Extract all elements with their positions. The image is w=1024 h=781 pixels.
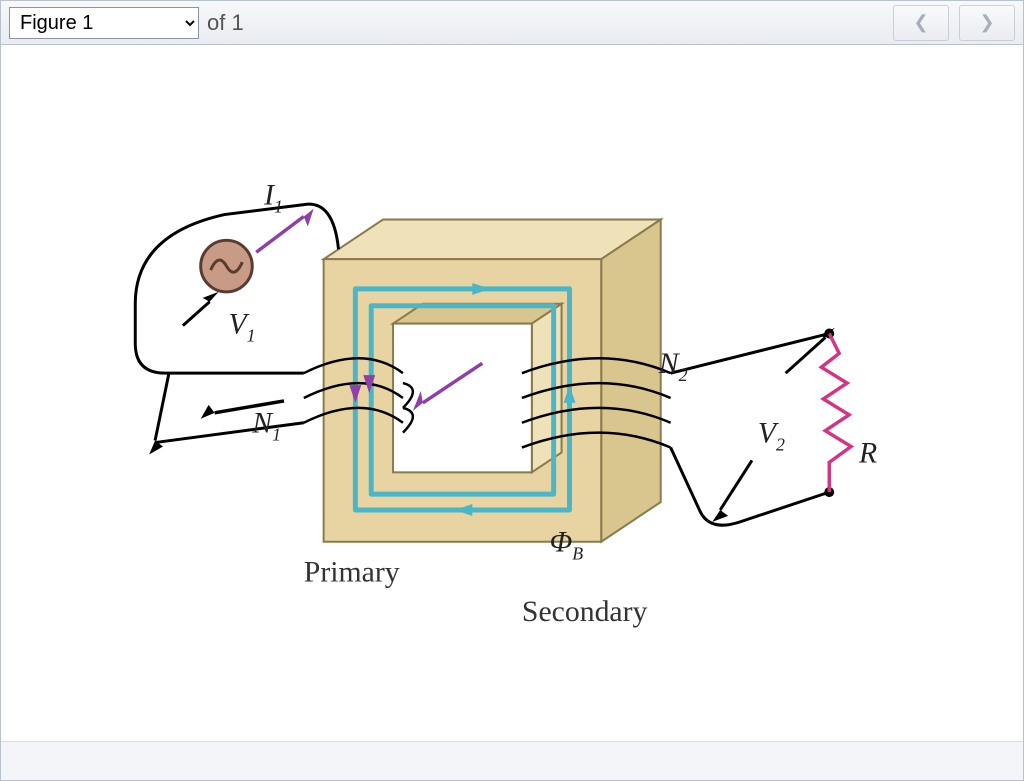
label-N2: N2 <box>658 347 688 385</box>
label-primary: Primary <box>304 555 400 588</box>
current-I1-arrow <box>256 217 304 253</box>
V1-arrowhead-up <box>203 292 219 302</box>
N1-pointer <box>215 401 284 413</box>
V1-arrow-up <box>183 302 210 326</box>
figure-canvas: I1 V1 N1 N2 V2 R ΦB Primary Secondary <box>2 46 1022 740</box>
label-I1: I1 <box>263 179 283 217</box>
footer-strip <box>1 741 1023 780</box>
current-I1-arrowhead <box>304 209 314 227</box>
V1-arrow-down <box>155 373 169 440</box>
resistor-R <box>821 334 851 493</box>
V2-arrow-down <box>720 460 752 510</box>
core-right-face <box>601 220 660 542</box>
transformer-diagram: I1 V1 N1 N2 V2 R ΦB Primary Secondary <box>2 46 1022 740</box>
label-secondary: Secondary <box>522 595 648 628</box>
V2-arrowhead-down <box>712 510 728 522</box>
chevron-right-icon: ❯ <box>979 12 994 33</box>
window-front <box>393 324 532 473</box>
label-N1: N1 <box>251 407 281 445</box>
secondary-lead-bottom <box>671 448 830 526</box>
figure-viewer: Figure 1 of 1 ❮ ❯ <box>0 0 1024 781</box>
next-figure-button[interactable]: ❯ <box>959 5 1015 41</box>
figure-toolbar: Figure 1 of 1 ❮ ❯ <box>1 1 1023 45</box>
N1-pointer-head-left <box>201 405 215 419</box>
label-V2: V2 <box>758 417 785 455</box>
figure-count-label: of 1 <box>207 10 244 36</box>
label-R: R <box>858 436 877 469</box>
figure-select[interactable]: Figure 1 <box>9 7 199 39</box>
primary-lead-bottom <box>155 423 304 443</box>
chevron-left-icon: ❮ <box>913 12 928 33</box>
prev-figure-button[interactable]: ❮ <box>893 5 949 41</box>
label-V1: V1 <box>228 308 255 346</box>
